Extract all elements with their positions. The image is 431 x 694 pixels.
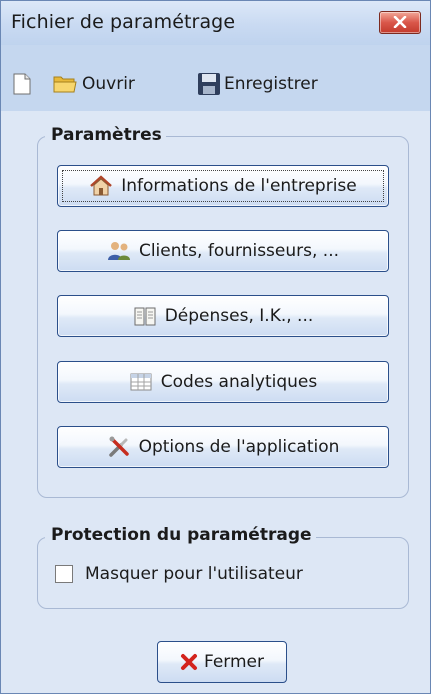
close-icon [393,16,407,28]
title-bar[interactable]: Fichier de paramétrage [1,1,430,45]
settings-window: Fichier de paramétrage Ouvrir Enregistre… [0,0,431,694]
book-icon [134,307,156,326]
toolbar: Ouvrir Enregistrer [1,63,430,103]
clients-suppliers-label: Clients, fournisseurs, ... [138,241,340,261]
red-x-icon [180,654,197,670]
expenses-label: Dépenses, I.K., ... [164,306,314,326]
new-button[interactable] [13,71,31,97]
analytic-codes-button[interactable]: Codes analytiques [57,361,389,403]
close-button[interactable]: Fermer [157,641,287,683]
folder-icon [53,76,77,93]
close-button-label: Fermer [203,652,264,672]
hide-for-user-label[interactable]: Masquer pour l'utilisateur [85,564,303,584]
company-info-button[interactable]: Informations de l'entreprise [57,165,389,207]
floppy-disk-icon [198,73,220,95]
table-icon [130,373,152,391]
hide-for-user-checkbox[interactable] [55,565,73,583]
parametres-group-title: Paramètres [45,125,166,145]
open-button[interactable]: Ouvrir [53,71,135,97]
save-button[interactable]: Enregistrer [197,71,318,97]
house-icon [90,175,113,196]
protection-group-title: Protection du paramétrage [45,525,316,545]
tools-icon [108,436,129,457]
save-label: Enregistrer [224,74,318,94]
analytic-codes-label: Codes analytiques [160,372,318,392]
window-title: Fichier de paramétrage [11,11,236,33]
clients-suppliers-button[interactable]: Clients, fournisseurs, ... [57,230,389,272]
app-options-label: Options de l'application [138,437,340,457]
people-icon [107,242,130,260]
app-options-button[interactable]: Options de l'application [57,426,389,468]
expenses-button[interactable]: Dépenses, I.K., ... [57,295,389,337]
open-label: Ouvrir [82,74,135,94]
company-info-label: Informations de l'entreprise [121,176,357,196]
window-close-button[interactable] [379,11,421,34]
new-document-icon [13,73,31,95]
